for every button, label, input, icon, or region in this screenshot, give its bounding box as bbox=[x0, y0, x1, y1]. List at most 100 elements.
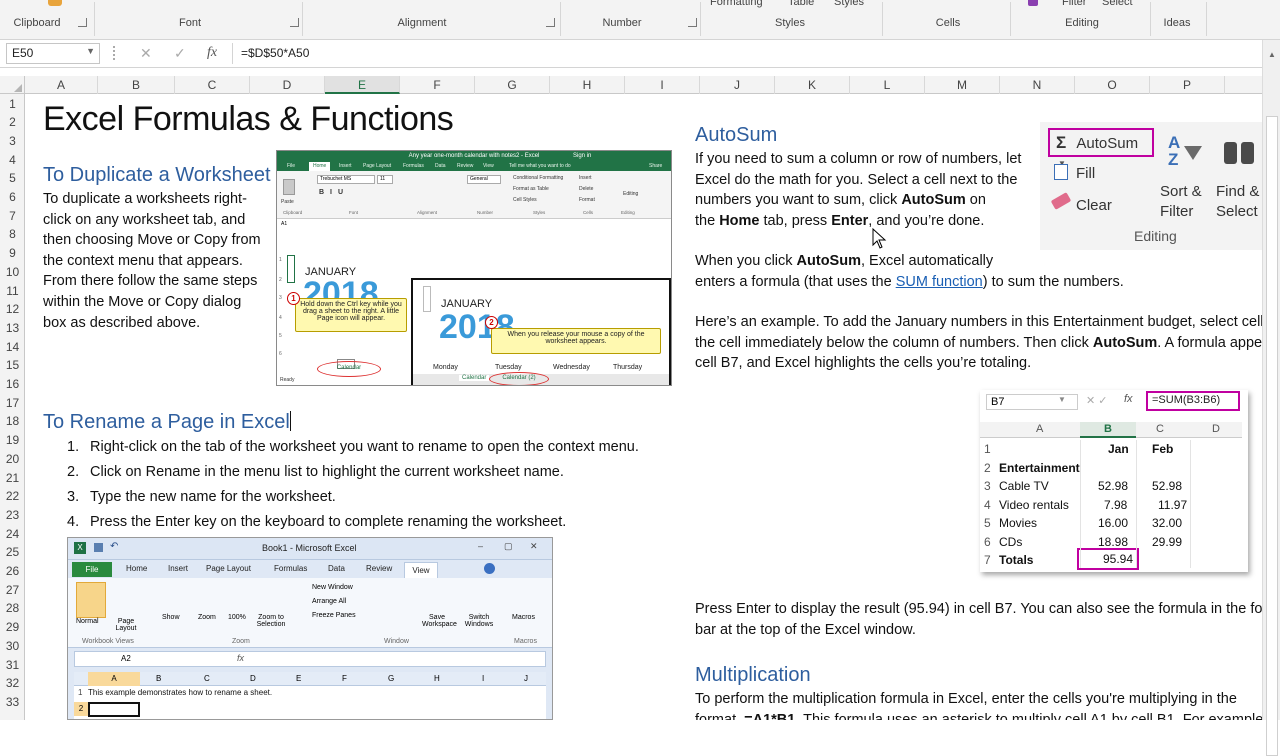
column-header-e[interactable]: E bbox=[325, 76, 400, 94]
clear-icon[interactable] bbox=[1028, 0, 1038, 6]
clipboard-launcher-icon[interactable] bbox=[78, 18, 87, 27]
insert-function-icon: fx bbox=[1124, 393, 1133, 405]
conditional-formatting-button[interactable]: Formatting bbox=[710, 0, 763, 8]
checkmark-icon[interactable]: ✓ bbox=[174, 45, 186, 62]
row-header[interactable]: 24 bbox=[0, 525, 25, 544]
row-header[interactable]: 10 bbox=[0, 263, 25, 282]
step-number: 3. bbox=[67, 489, 80, 505]
paragraph-line: the context menu that appears. bbox=[43, 252, 243, 269]
column-header-f[interactable]: F bbox=[400, 76, 475, 94]
column-header-d[interactable]: D bbox=[250, 76, 325, 94]
column-header-a[interactable]: A bbox=[25, 76, 98, 94]
row-header[interactable]: 26 bbox=[0, 562, 25, 581]
text: the cell immediately below the column of… bbox=[695, 334, 1093, 351]
column-header-g[interactable]: G bbox=[475, 76, 550, 94]
row-header[interactable]: 14 bbox=[0, 338, 25, 357]
row-header[interactable]: 29 bbox=[0, 618, 25, 637]
row-header[interactable]: 33 bbox=[0, 693, 25, 712]
row-header[interactable]: 23 bbox=[0, 506, 25, 525]
shot3-col: C bbox=[204, 674, 210, 683]
cell-styles-button[interactable]: Styles bbox=[834, 0, 864, 8]
column-header-h[interactable]: H bbox=[550, 76, 625, 94]
chevron-down-icon: ▼ bbox=[1058, 395, 1066, 404]
row-header[interactable]: 20 bbox=[0, 450, 25, 469]
row-header[interactable]: 5 bbox=[0, 169, 25, 188]
row-header[interactable]: 12 bbox=[0, 300, 25, 319]
group-alignment: Alignment bbox=[397, 17, 447, 29]
resize-handle[interactable] bbox=[113, 46, 116, 60]
name-box-value: E50 bbox=[12, 46, 34, 60]
row-header[interactable]: 27 bbox=[0, 581, 25, 600]
row-header[interactable]: 31 bbox=[0, 656, 25, 675]
column-header-p[interactable]: P bbox=[1150, 76, 1225, 94]
alignment-launcher-icon[interactable] bbox=[546, 18, 555, 27]
shot1-titlebar: Any year one-month calendar with notes2 … bbox=[277, 151, 671, 162]
row-header[interactable]: 16 bbox=[0, 375, 25, 394]
row-header[interactable]: 4 bbox=[0, 151, 25, 170]
shot1-tab: Formulas bbox=[403, 163, 424, 169]
row-header[interactable]: 25 bbox=[0, 543, 25, 562]
row-header[interactable]: 32 bbox=[0, 674, 25, 693]
sort-filter-button[interactable]: Filter bbox=[1062, 0, 1086, 8]
shot3-group: Macros bbox=[514, 638, 537, 645]
select-all-corner[interactable] bbox=[0, 76, 25, 94]
sum-function-link[interactable]: SUM function bbox=[896, 274, 983, 290]
row-header[interactable]: 6 bbox=[0, 188, 25, 207]
paragraph-line: When you click AutoSum, Excel automatica… bbox=[695, 251, 1124, 272]
row-header[interactable]: 18 bbox=[0, 412, 25, 431]
scrollbar-track[interactable] bbox=[1266, 116, 1278, 756]
list-item: 2. Click on Rename in the menu list to hi… bbox=[67, 462, 639, 487]
row-header[interactable]: 30 bbox=[0, 637, 25, 656]
row-header[interactable]: 9 bbox=[0, 244, 25, 263]
name-box[interactable]: E50 ▼ bbox=[6, 43, 100, 64]
column-header-n[interactable]: N bbox=[1000, 76, 1075, 94]
row-header[interactable]: 7 bbox=[0, 207, 25, 226]
column-header-b[interactable]: B bbox=[98, 76, 175, 94]
shot1-group-label: Cells bbox=[583, 210, 594, 215]
formula-input[interactable]: =$D$50*A50 bbox=[232, 43, 1262, 64]
row-headers: 1 2 3 4 5 6 7 8 9 10 11 12 13 14 15 16 17 18 19 20 21 22 23 24 2… bbox=[0, 94, 25, 720]
format-as-table-button[interactable]: Table bbox=[788, 0, 814, 8]
autosum-paragraph-2: When you click AutoSum, Excel automatica… bbox=[695, 251, 1124, 292]
row-header[interactable]: 1 bbox=[0, 95, 25, 114]
row-header[interactable]: 8 bbox=[0, 225, 25, 244]
column-header-j[interactable]: J bbox=[700, 76, 775, 94]
group-font: Font bbox=[178, 17, 201, 29]
vertical-scrollbar[interactable]: ▲ bbox=[1262, 40, 1280, 756]
inset-tab-calendar: Calendar bbox=[459, 375, 490, 381]
tshot-col: A bbox=[1036, 423, 1044, 435]
row-header[interactable]: 22 bbox=[0, 487, 25, 506]
row-header[interactable]: 17 bbox=[0, 394, 25, 413]
paragraph-line: To perform the multiplication formula in… bbox=[695, 691, 1237, 707]
number-launcher-icon[interactable] bbox=[688, 18, 697, 27]
row-header[interactable]: 11 bbox=[0, 282, 25, 301]
insert-function-icon: fx bbox=[237, 653, 245, 663]
column-header-i[interactable]: I bbox=[625, 76, 700, 94]
text: When you click bbox=[695, 253, 797, 269]
row-header[interactable]: 2 bbox=[0, 113, 25, 132]
shot3-btn: Normal bbox=[76, 618, 99, 625]
rename-heading: To Rename a Page in Excel bbox=[43, 411, 291, 434]
cancel-icon[interactable]: ✕ bbox=[140, 45, 152, 62]
text-cursor bbox=[289, 411, 291, 431]
row-header[interactable]: 28 bbox=[0, 599, 25, 618]
format-painter-icon[interactable] bbox=[48, 0, 62, 6]
row-header[interactable]: 15 bbox=[0, 356, 25, 375]
column-header-o[interactable]: O bbox=[1075, 76, 1150, 94]
row-header[interactable]: 3 bbox=[0, 132, 25, 151]
row-header[interactable]: 21 bbox=[0, 469, 25, 488]
column-header-k[interactable]: K bbox=[775, 76, 850, 94]
sort-az-icon: AZ bbox=[1168, 133, 1181, 169]
chevron-down-icon[interactable]: ▼ bbox=[86, 46, 95, 56]
row-header[interactable]: 13 bbox=[0, 319, 25, 338]
row-header[interactable]: 19 bbox=[0, 431, 25, 450]
find-select-button[interactable]: Select bbox=[1102, 0, 1133, 8]
shot1-tab: Insert bbox=[339, 163, 352, 169]
column-header-m[interactable]: M bbox=[925, 76, 1000, 94]
column-header-c[interactable]: C bbox=[175, 76, 250, 94]
insert-function-icon[interactable]: fx bbox=[207, 45, 217, 61]
paragraph-line: Press Enter to display the result (95.94… bbox=[695, 601, 1262, 617]
scroll-up-icon[interactable]: ▲ bbox=[1268, 50, 1276, 59]
column-header-l[interactable]: L bbox=[850, 76, 925, 94]
font-launcher-icon[interactable] bbox=[290, 18, 299, 27]
